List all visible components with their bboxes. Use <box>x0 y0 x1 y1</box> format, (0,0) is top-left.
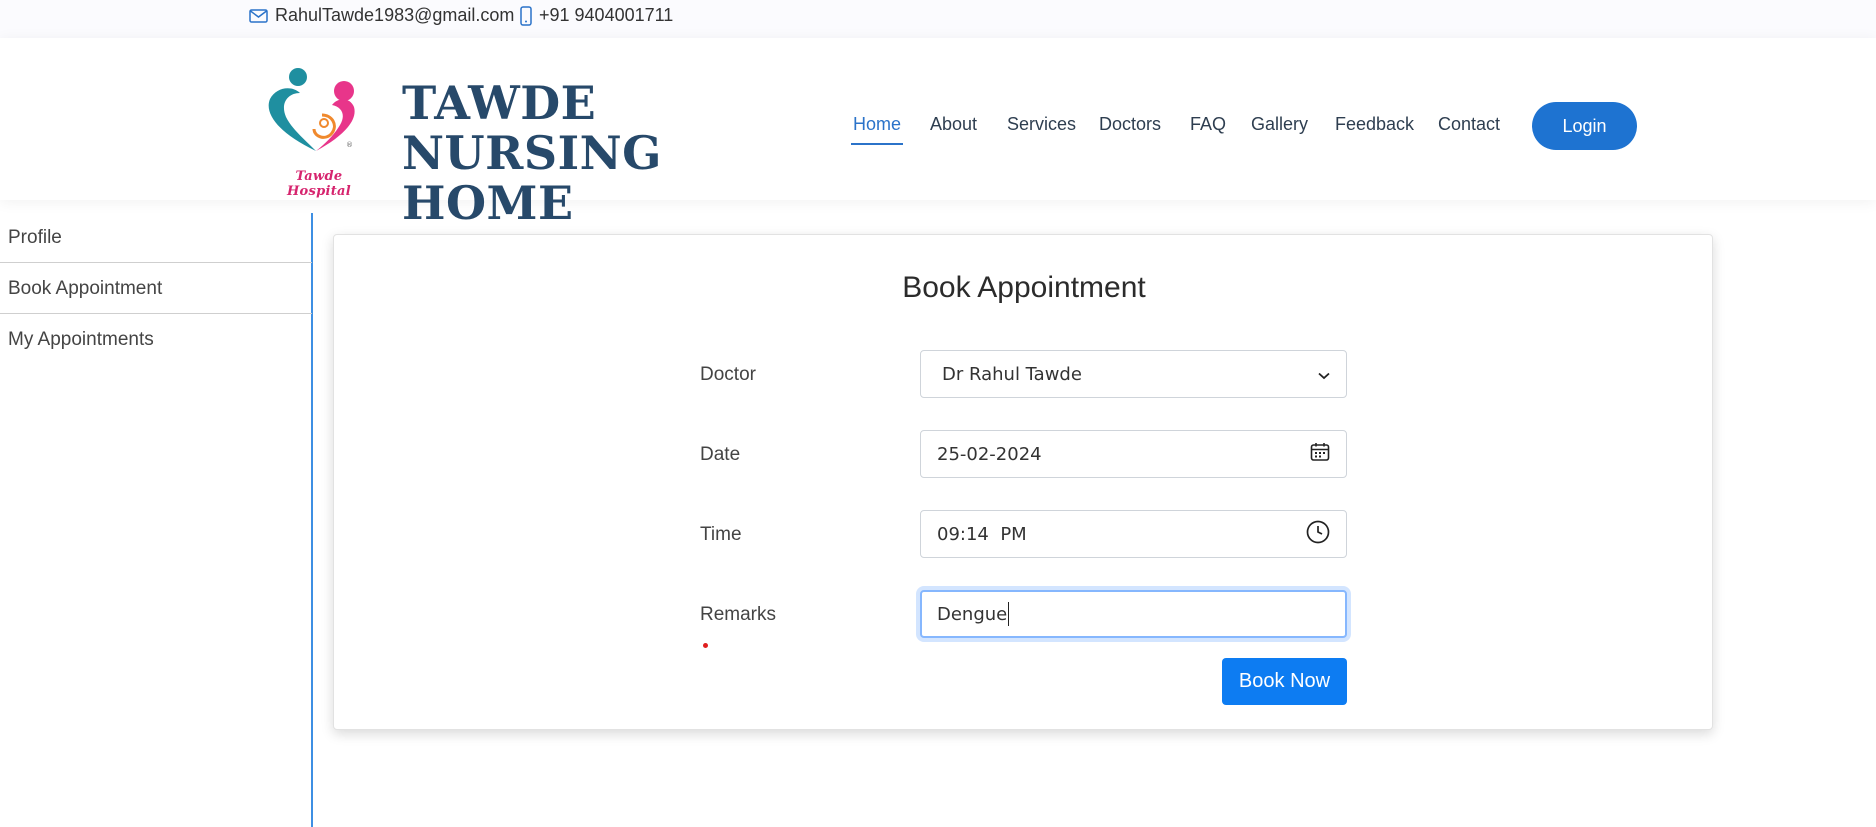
contact-email[interactable]: RahulTawde1983@gmail.com <box>249 5 514 26</box>
time-value: 09:14 PM <box>937 523 1027 545</box>
remarks-value: Dengue <box>937 603 1008 625</box>
clock-icon[interactable] <box>1306 520 1330 549</box>
contact-phone[interactable]: +91 9404001711 <box>520 5 673 26</box>
date-input[interactable]: 25-02-2024 <box>920 430 1347 478</box>
sidebar: Profile Book Appointment My Appointments <box>0 213 313 827</box>
phone-text[interactable]: +91 9404001711 <box>539 5 673 26</box>
calendar-icon[interactable] <box>1310 442 1330 467</box>
nav-services[interactable]: Services <box>1007 114 1076 135</box>
sidebar-item-profile[interactable]: Profile <box>0 213 312 263</box>
nav-faq[interactable]: FAQ <box>1190 114 1226 135</box>
mobile-phone-icon <box>520 5 532 26</box>
date-label: Date <box>700 444 741 465</box>
nav-feedback[interactable]: Feedback <box>1335 114 1414 135</box>
doctor-label: Doctor <box>700 364 756 385</box>
sidebar-item-book-appointment[interactable]: Book Appointment <box>0 264 312 314</box>
date-value: 25-02-2024 <box>937 443 1042 465</box>
chevron-down-icon <box>1318 364 1330 385</box>
brand-name[interactable]: TAWDE NURSING HOME <box>402 78 822 228</box>
brand-line-2: HOME <box>402 176 574 230</box>
doctor-select[interactable]: Dr Rahul Tawde <box>920 350 1347 398</box>
remarks-label: Remarks <box>700 604 777 625</box>
svg-text:®: ® <box>346 141 353 149</box>
login-button[interactable]: Login <box>1532 102 1637 150</box>
text-cursor <box>1008 602 1010 626</box>
nav-home[interactable]: Home <box>850 114 904 145</box>
nav-gallery[interactable]: Gallery <box>1251 114 1308 135</box>
hospital-logo[interactable]: ® Tawde Hospital <box>258 63 378 199</box>
doctor-selected-value: Dr Rahul Tawde <box>942 363 1082 385</box>
validation-dot <box>703 643 708 648</box>
brand-line-1: TAWDE NURSING <box>402 76 662 180</box>
time-label: Time <box>700 524 742 545</box>
email-text[interactable]: RahulTawde1983@gmail.com <box>275 5 514 26</box>
nav-doctors[interactable]: Doctors <box>1099 114 1161 135</box>
booking-card: Book Appointment Doctor Dr Rahul Tawde D… <box>333 234 1713 730</box>
envelope-icon <box>249 8 268 23</box>
time-input[interactable]: 09:14 PM <box>920 510 1347 558</box>
nav-contact[interactable]: Contact <box>1438 114 1500 135</box>
page-title: Book Appointment <box>902 271 1146 304</box>
contact-bar: RahulTawde1983@gmail.com +91 9404001711 <box>0 0 1876 38</box>
sidebar-item-my-appointments[interactable]: My Appointments <box>0 315 312 365</box>
nav-about[interactable]: About <box>930 114 977 135</box>
site-header: ® Tawde Hospital TAWDE NURSING HOME Home… <box>0 38 1876 228</box>
book-now-button[interactable]: Book Now <box>1222 658 1347 705</box>
logo-caption: Tawde Hospital <box>286 169 352 199</box>
remarks-input[interactable]: Dengue <box>920 590 1347 638</box>
